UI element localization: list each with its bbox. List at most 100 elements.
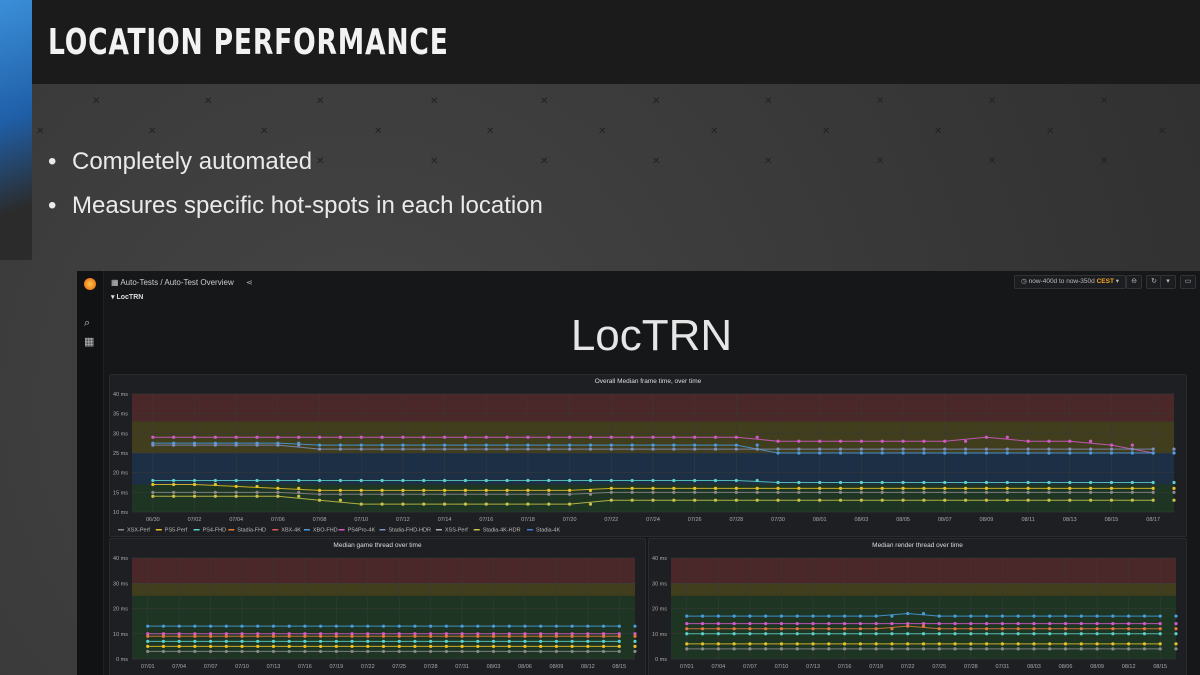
data-point <box>755 490 759 494</box>
data-point <box>491 624 496 628</box>
data-point <box>297 435 301 439</box>
data-point <box>1158 632 1162 636</box>
data-point <box>693 490 697 494</box>
data-point <box>1142 614 1147 618</box>
data-point <box>505 447 509 451</box>
frame-time-chart[interactable]: 40 ms 35 ms 30 ms 25 ms 20 ms 15 ms 10 ms 06/30… <box>110 375 1186 536</box>
data-point <box>964 490 968 494</box>
data-point <box>366 639 370 643</box>
game-thread-chart[interactable]: 40 ms 30 ms 20 ms 10 ms 0 ms 07/01 07/04 07/07 0… <box>110 539 645 675</box>
data-point <box>484 492 488 496</box>
x-tick-label: 07/10 <box>775 664 789 670</box>
data-point <box>380 478 384 483</box>
data-point <box>359 447 363 451</box>
data-point <box>429 639 433 643</box>
y-tick-label: 40 ms <box>113 556 128 562</box>
x-pattern-mark: ✕ <box>540 96 549 107</box>
data-point <box>401 443 405 447</box>
data-point <box>401 488 405 492</box>
data-point <box>748 632 752 636</box>
data-point <box>633 644 637 648</box>
data-point <box>672 443 676 447</box>
data-point <box>953 647 957 651</box>
data-point <box>460 639 464 643</box>
data-point <box>1130 480 1134 485</box>
data-point <box>224 644 228 648</box>
grafana-logo-icon[interactable] <box>84 278 96 290</box>
data-point <box>586 624 590 628</box>
zoom-out-icon[interactable]: ⊖ <box>1126 275 1142 289</box>
data-point <box>827 622 831 626</box>
data-point <box>317 435 322 439</box>
x-pattern-mark: ✕ <box>1100 96 1109 107</box>
data-point <box>797 451 801 455</box>
dashboard-text-panel: LocTRN <box>570 311 733 360</box>
data-point <box>526 447 530 451</box>
x-tick-label: 07/22 <box>361 664 375 670</box>
data-point <box>1158 614 1162 618</box>
x-pattern-mark: ✕ <box>710 126 719 137</box>
data-point <box>1109 490 1114 494</box>
data-point <box>700 642 705 646</box>
y-tick-label: 20 ms <box>113 471 128 477</box>
data-point <box>672 447 676 451</box>
data-point <box>151 482 155 487</box>
data-point <box>1068 486 1072 490</box>
data-point <box>984 490 989 494</box>
data-point <box>172 478 176 483</box>
dashboards-grid-icon[interactable]: ▦ <box>84 335 94 348</box>
data-point <box>526 478 530 483</box>
row-collapse-toggle[interactable]: ▾ LocTRN <box>111 293 143 301</box>
y-tick-label: 20 ms <box>652 607 667 613</box>
data-point <box>617 624 621 628</box>
data-point <box>554 634 559 638</box>
data-point <box>953 632 957 636</box>
data-point <box>523 644 527 648</box>
data-point <box>827 614 831 618</box>
x-tick-label: 07/16 <box>838 664 852 670</box>
search-icon[interactable]: ⌕ <box>84 317 90 330</box>
data-point <box>484 488 488 492</box>
data-point <box>1109 486 1114 490</box>
legend-item: XBX-4K <box>281 528 301 534</box>
data-point <box>319 644 323 648</box>
data-point <box>161 634 166 638</box>
data-point <box>859 439 864 443</box>
x-pattern-mark: ✕ <box>260 126 269 137</box>
data-point <box>1063 647 1068 651</box>
data-point <box>151 443 155 447</box>
data-point <box>1000 642 1005 646</box>
data-point <box>484 447 488 451</box>
data-point <box>570 634 574 638</box>
x-pattern-mark: ✕ <box>316 96 325 107</box>
share-icon[interactable]: ⋖ <box>246 278 253 287</box>
tv-mode-icon[interactable]: ▭ <box>1180 275 1196 289</box>
data-point <box>937 622 941 626</box>
data-point <box>1089 451 1093 455</box>
x-tick-label: 08/01 <box>813 517 827 523</box>
data-point <box>381 639 386 643</box>
refresh-interval-dropdown[interactable]: ▾ <box>1160 275 1176 289</box>
x-pattern-mark: ✕ <box>822 126 831 137</box>
data-point <box>672 435 676 439</box>
data-point <box>193 644 197 648</box>
data-point <box>838 451 843 455</box>
data-point <box>969 642 973 646</box>
data-point <box>1111 614 1115 618</box>
data-point <box>890 647 894 651</box>
breadcrumb[interactable]: ▦ Auto-Tests / Auto-Test Overview <box>111 278 234 287</box>
x-tick-label: 07/20 <box>563 517 577 523</box>
data-point <box>397 624 401 628</box>
data-point <box>491 634 496 638</box>
data-point <box>213 494 217 498</box>
data-point <box>1127 647 1131 651</box>
data-point <box>350 624 354 628</box>
x-pattern-mark: ✕ <box>1158 126 1167 137</box>
data-point <box>547 443 551 447</box>
data-point <box>172 435 176 439</box>
threshold-band <box>132 583 635 596</box>
legend-swatch <box>228 529 235 531</box>
time-range-picker[interactable]: ◷ now-400d to now-350d CEST ▾ <box>1014 275 1126 289</box>
render-thread-chart[interactable]: 40 ms 30 ms 20 ms 10 ms 0 ms 07/01 07/04 07/07 0… <box>649 539 1186 675</box>
x-tick-label: 08/12 <box>1122 664 1136 670</box>
